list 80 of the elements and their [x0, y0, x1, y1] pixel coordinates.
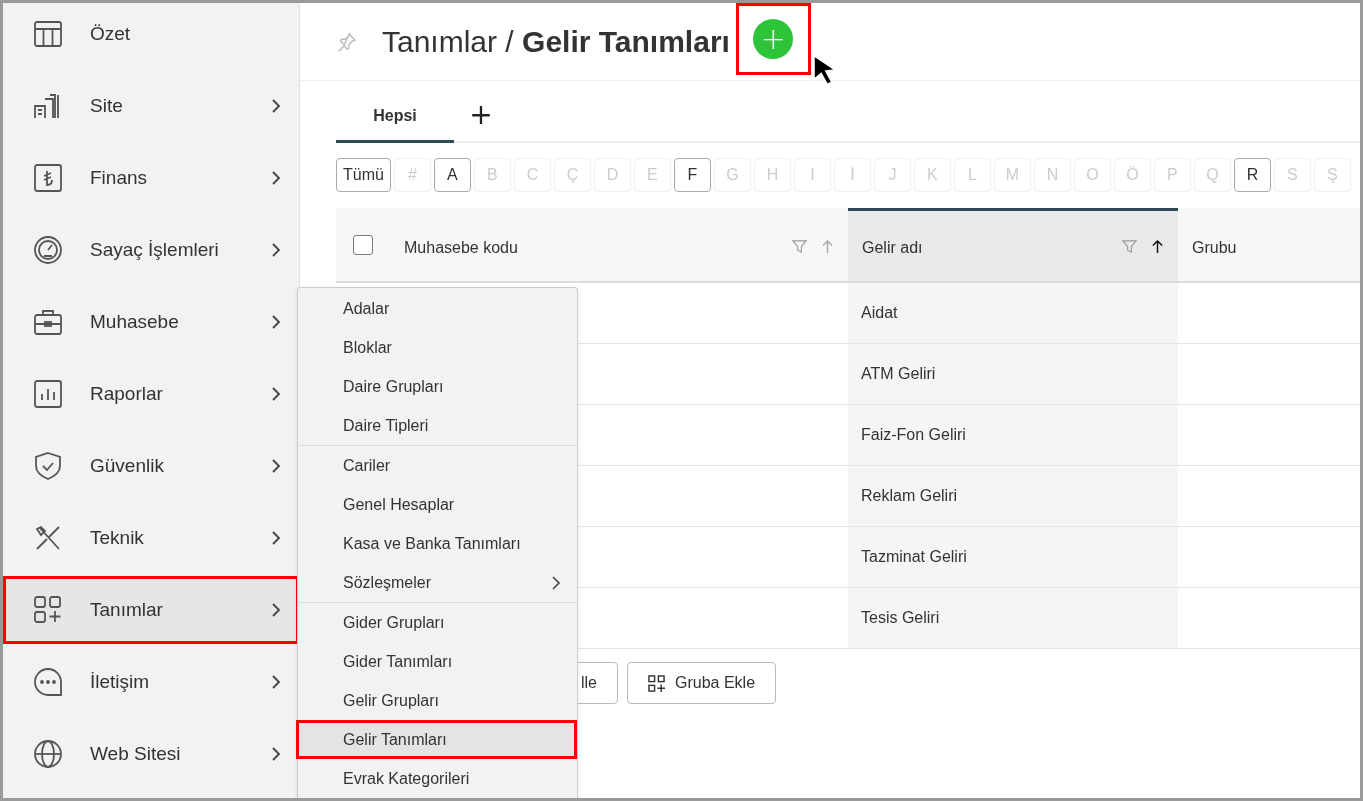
- sidebar-label: Muhasebe: [90, 311, 180, 333]
- action-button[interactable]: Gruba Ekle: [627, 662, 777, 704]
- sidebar-label: İletişim: [90, 671, 151, 693]
- sidebar-item[interactable]: Muhasebe: [3, 286, 299, 358]
- column-header[interactable]: Grubu: [1178, 208, 1360, 281]
- sort-arrow-icon[interactable]: [1151, 238, 1164, 254]
- submenu-label: Genel Hesaplar: [343, 495, 456, 514]
- sidebar-item[interactable]: Teknik: [3, 502, 299, 574]
- sidebar-item[interactable]: Site: [3, 70, 299, 142]
- submenu-item[interactable]: Daire Tipleri: [298, 406, 577, 445]
- table-cell: Faiz-Fon Geliri: [848, 405, 1178, 465]
- letter-filter-button[interactable]: R: [1233, 158, 1271, 192]
- sidebar-item[interactable]: Web Sitesi: [3, 718, 299, 790]
- sidebar-label: Site: [90, 95, 124, 117]
- table-cell: ATM Geliri: [848, 344, 1178, 404]
- letter-filter-button[interactable]: F: [673, 158, 711, 192]
- column-label: Gelir adı: [862, 237, 924, 257]
- sidebar-label: Web Sitesi: [90, 743, 182, 765]
- submenu-item[interactable]: Adalar: [298, 289, 577, 328]
- sidebar-label: Sayaç İşlemleri: [90, 239, 220, 261]
- letter-filter-button[interactable]: A: [433, 158, 471, 192]
- pin-icon[interactable]: [336, 30, 358, 53]
- briefcase-icon: [33, 307, 63, 337]
- sidebar-label: Raporlar: [90, 383, 164, 405]
- submenu-label: Gelir Grupları: [343, 691, 441, 710]
- add-tab-button[interactable]: +: [454, 81, 508, 141]
- submenu-label: Cariler: [343, 456, 392, 475]
- sidebar-label: Güvenlik: [90, 455, 165, 477]
- submenu-item[interactable]: Kasa ve Banka Tanımları: [298, 524, 577, 563]
- letter-filter-button[interactable]: Tümü: [336, 158, 391, 192]
- sidebar-item[interactable]: Özet: [3, 3, 299, 70]
- sidebar-label: Tanımlar: [90, 599, 164, 621]
- table-cell: Aidat: [848, 283, 1178, 343]
- sidebar-item[interactable]: Raporlar: [3, 358, 299, 430]
- table-cell: Tazminat Geliri: [848, 527, 1178, 587]
- bar-chart-icon: [33, 379, 63, 409]
- submenu-label: Daire Grupları: [343, 377, 445, 396]
- grid-plus-icon: [33, 595, 63, 625]
- submenu-label: Daire Tipleri: [343, 416, 430, 435]
- submenu-label: Bloklar: [343, 338, 393, 357]
- checkbox[interactable]: [353, 234, 373, 255]
- globe-icon: [33, 739, 63, 769]
- sidebar-item[interactable]: Güvenlik: [3, 430, 299, 502]
- submenu-item[interactable]: Cariler: [298, 446, 577, 485]
- submenu-item[interactable]: Genel Hesaplar: [298, 485, 577, 524]
- sidebar-label: Özet: [90, 23, 132, 45]
- sidebar-label: Finans: [90, 167, 149, 189]
- column-label: Grubu: [1192, 237, 1238, 257]
- submenu-item[interactable]: Sözleşmeler: [298, 563, 577, 602]
- shield-icon: [33, 451, 63, 481]
- submenu-item[interactable]: Evrak Kategorileri: [298, 759, 577, 798]
- sidebar-item[interactable]: Finans: [3, 142, 299, 214]
- page-title: Tanımlar / Gelir Tanımları: [382, 24, 730, 59]
- submenu-label: Gider Tanımları: [343, 652, 454, 671]
- submenu-label: Kasa ve Banka Tanımları: [343, 534, 522, 553]
- filter-icon[interactable]: [792, 238, 807, 254]
- column-header[interactable]: Gelir adı: [848, 208, 1178, 281]
- submenu-label: Gider Grupları: [343, 613, 446, 632]
- filter-icon[interactable]: [1122, 238, 1137, 254]
- sidebar-label: Teknik: [90, 527, 145, 549]
- table-icon: [33, 19, 63, 49]
- submenu-item[interactable]: Bloklar: [298, 328, 577, 367]
- submenu-item[interactable]: Daire Grupları: [298, 367, 577, 406]
- sidebar-item[interactable]: Sayaç İşlemleri: [3, 214, 299, 286]
- table-cell: Tesis Geliri: [848, 588, 1178, 648]
- submenu-label: Evrak Kategorileri: [343, 769, 471, 788]
- chat-icon: [33, 667, 63, 697]
- submenu-item[interactable]: Gelir Tanımları: [296, 720, 577, 759]
- tab[interactable]: Hepsi: [336, 81, 454, 143]
- submenu-label: Sözleşmeler: [343, 573, 433, 592]
- lira-icon: [33, 163, 63, 193]
- column-header[interactable]: Muhasebe kodu: [390, 208, 848, 281]
- sidebar-item[interactable]: İletişim: [3, 646, 299, 718]
- submenu-label: Gelir Tanımları: [343, 730, 448, 749]
- submenu-label: Adalar: [343, 299, 391, 318]
- table-cell: Reklam Geliri: [848, 466, 1178, 526]
- column-label: Muhasebe kodu: [404, 237, 519, 257]
- sidebar-item[interactable]: Tanımlar: [3, 576, 299, 644]
- submenu-item[interactable]: Gider Grupları: [298, 603, 577, 642]
- gauge-icon: [33, 235, 63, 265]
